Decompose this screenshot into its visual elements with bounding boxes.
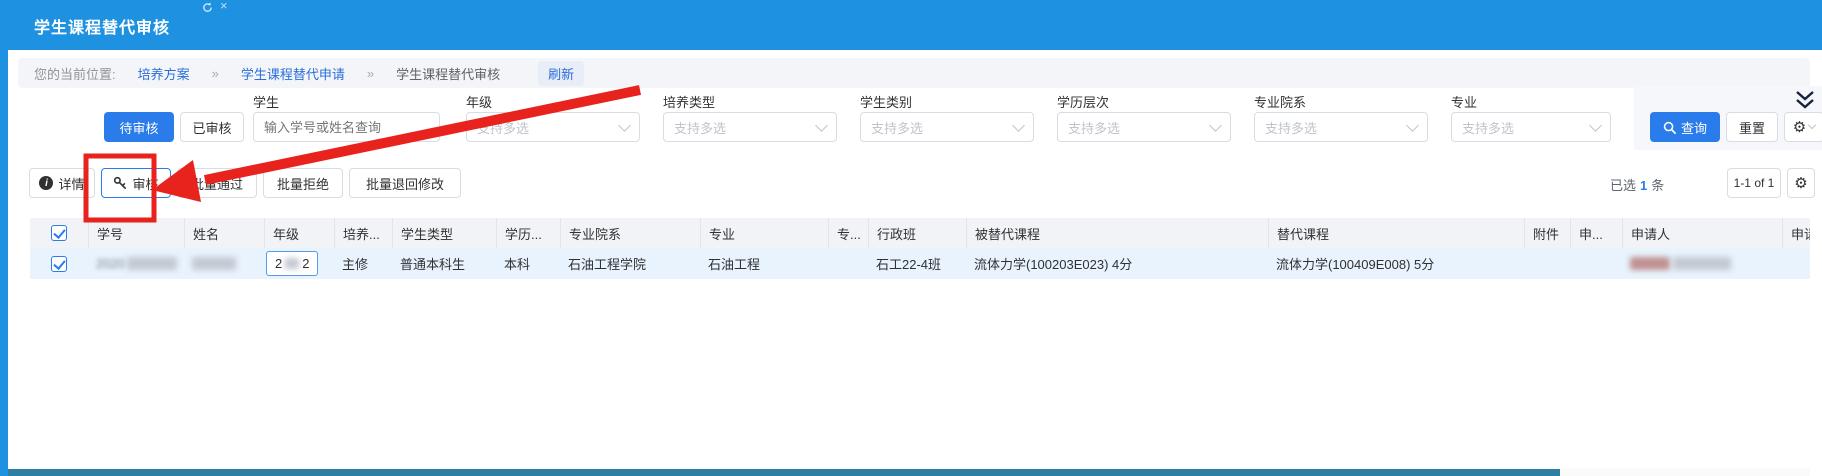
- search-button[interactable]: 查询: [1650, 112, 1720, 142]
- tab-close-icon[interactable]: ×: [220, 0, 228, 12]
- page-title: 学生课程替代审核: [34, 14, 170, 38]
- key-icon: [113, 176, 127, 190]
- select-all-checkbox[interactable]: [51, 225, 67, 241]
- horizontal-scrollbar-thumb[interactable]: [8, 469, 1560, 476]
- cell-replaced-course: 流体力学(100203E023) 4分: [966, 248, 1268, 279]
- department-select[interactable]: 支持多选: [1254, 112, 1428, 142]
- chevron-down-icon: [618, 119, 631, 132]
- breadcrumb-prefix: 您的当前位置:: [34, 64, 116, 83]
- reset-button[interactable]: 重置: [1726, 112, 1778, 142]
- col-department[interactable]: 专业院系: [560, 218, 700, 248]
- grade-edit-cell[interactable]: 22: [266, 251, 318, 276]
- col-substitute-course[interactable]: 替代课程: [1268, 218, 1524, 248]
- col-applicant[interactable]: 申请人: [1622, 218, 1782, 248]
- col-replaced-course[interactable]: 被替代课程: [966, 218, 1268, 248]
- cell-department: 石油工程学院: [560, 248, 700, 279]
- student-search-input[interactable]: [253, 112, 440, 142]
- chevron-down-icon: [1209, 119, 1222, 132]
- breadcrumb: 您的当前位置: 培养方案 » 学生课程替代申请 » 学生课程替代审核 刷新: [18, 58, 1810, 88]
- cell-student-type: 普通本科生: [392, 248, 496, 279]
- cell-apply-misc: [1570, 248, 1622, 279]
- col-attachment[interactable]: 附件: [1524, 218, 1570, 248]
- cell-cultivate-type: 主修: [334, 248, 392, 279]
- search-icon: [1663, 121, 1676, 134]
- cultivate-type-filter-label: 培养类型: [663, 92, 715, 111]
- chevron-down-icon: [1808, 121, 1816, 129]
- col-name[interactable]: 姓名: [184, 218, 264, 248]
- cell-major: 石油工程: [700, 248, 828, 279]
- breadcrumb-item-training-plan[interactable]: 培养方案: [138, 64, 190, 83]
- refresh-button[interactable]: 刷新: [538, 61, 584, 86]
- col-student-id[interactable]: 学号: [88, 218, 184, 248]
- batch-reject-button[interactable]: 批量拒绝: [263, 168, 343, 198]
- breadcrumb-item-current: 学生课程替代审核: [396, 64, 500, 83]
- col-cultivate-type[interactable]: 培养...: [334, 218, 392, 248]
- collapse-filters-icon[interactable]: [1794, 90, 1816, 115]
- chevron-down-icon: [1406, 119, 1419, 132]
- student-category-filter-label: 学生类别: [860, 92, 912, 111]
- breadcrumb-separator: »: [212, 66, 219, 81]
- col-apply-time[interactable]: 申请: [1782, 218, 1810, 248]
- tab-reviewed[interactable]: 已审核: [180, 112, 244, 142]
- chevron-down-icon: [1012, 119, 1025, 132]
- cell-admin-class: 石工22-4班: [868, 248, 966, 279]
- review-button[interactable]: 审核: [101, 168, 171, 198]
- tab-pending-review[interactable]: 待审核: [104, 112, 174, 142]
- cell-name: [184, 248, 264, 279]
- cell-substitute-course: 流体力学(100409E008) 5分: [1268, 248, 1524, 279]
- redacted-name: [192, 257, 236, 270]
- cell-applicant: [1622, 248, 1782, 279]
- row-checkbox[interactable]: [51, 256, 67, 272]
- breadcrumb-separator: »: [367, 66, 374, 81]
- major-filter-label: 专业: [1451, 92, 1477, 111]
- cell-grade: 22: [264, 248, 334, 279]
- col-major[interactable]: 专业: [700, 218, 828, 248]
- table-settings-button[interactable]: ⚙: [1787, 168, 1815, 198]
- pagination-info[interactable]: 1-1 of 1: [1727, 168, 1781, 198]
- major-select[interactable]: 支持多选: [1451, 112, 1611, 142]
- table-header: 学号 姓名 年级 培养... 学生类型 学历... 专业院系 专业 专... 行…: [30, 218, 1810, 248]
- left-edge-strip: [0, 50, 8, 476]
- col-admin-class[interactable]: 行政班: [868, 218, 966, 248]
- selected-count: 1: [1640, 178, 1647, 193]
- department-filter-label: 专业院系: [1254, 92, 1306, 111]
- title-bar: [0, 0, 1822, 50]
- grade-select[interactable]: 支持多选: [466, 112, 640, 142]
- detail-button[interactable]: i 详情: [29, 168, 95, 198]
- cell-edu-level: 本科: [496, 248, 560, 279]
- app-window: 学生课程替代审核 × 您的当前位置: 培养方案 » 学生课程替代申请 » 学生课…: [0, 0, 1822, 476]
- cell-major-direction: [828, 248, 868, 279]
- table-row[interactable]: 2020 22 主修 普通本科生 本科 石油工程学院 石油工程 石工22-4班 …: [30, 248, 1810, 279]
- col-major-direction[interactable]: 专...: [828, 218, 868, 248]
- col-grade[interactable]: 年级: [264, 218, 334, 248]
- selected-count-text: 已选1条: [1610, 175, 1664, 194]
- student-filter-label: 学生: [253, 92, 279, 111]
- student-category-select[interactable]: 支持多选: [860, 112, 1034, 142]
- gear-icon: ⚙: [1794, 176, 1807, 191]
- col-student-type[interactable]: 学生类型: [392, 218, 496, 248]
- tab-refresh-icon[interactable]: [202, 2, 213, 15]
- grade-filter-label: 年级: [466, 92, 492, 111]
- chevron-down-icon: [1589, 119, 1602, 132]
- filter-settings-button[interactable]: ⚙: [1784, 112, 1822, 142]
- redacted-applicant: [1630, 257, 1670, 270]
- redacted-applicant-id: [1673, 257, 1731, 270]
- breadcrumb-item-substitution-apply[interactable]: 学生课程替代申请: [241, 64, 345, 83]
- cell-attachment: [1524, 248, 1570, 279]
- col-edu-level[interactable]: 学历...: [496, 218, 560, 248]
- batch-return-button[interactable]: 批量退回修改: [349, 168, 461, 198]
- cell-apply-time: [1782, 248, 1810, 279]
- info-icon: i: [39, 176, 53, 190]
- redacted-student-id: [127, 257, 177, 270]
- chevron-down-icon: [815, 119, 828, 132]
- col-apply-misc[interactable]: 申...: [1570, 218, 1622, 248]
- cultivate-type-select[interactable]: 支持多选: [663, 112, 837, 142]
- batch-approve-button[interactable]: 批量通过: [177, 168, 257, 198]
- cell-student-id: 2020: [88, 248, 184, 279]
- edu-level-select[interactable]: 支持多选: [1057, 112, 1231, 142]
- edu-level-filter-label: 学历层次: [1057, 92, 1109, 111]
- redacted-grade: [285, 258, 299, 269]
- gear-icon: ⚙: [1793, 120, 1806, 135]
